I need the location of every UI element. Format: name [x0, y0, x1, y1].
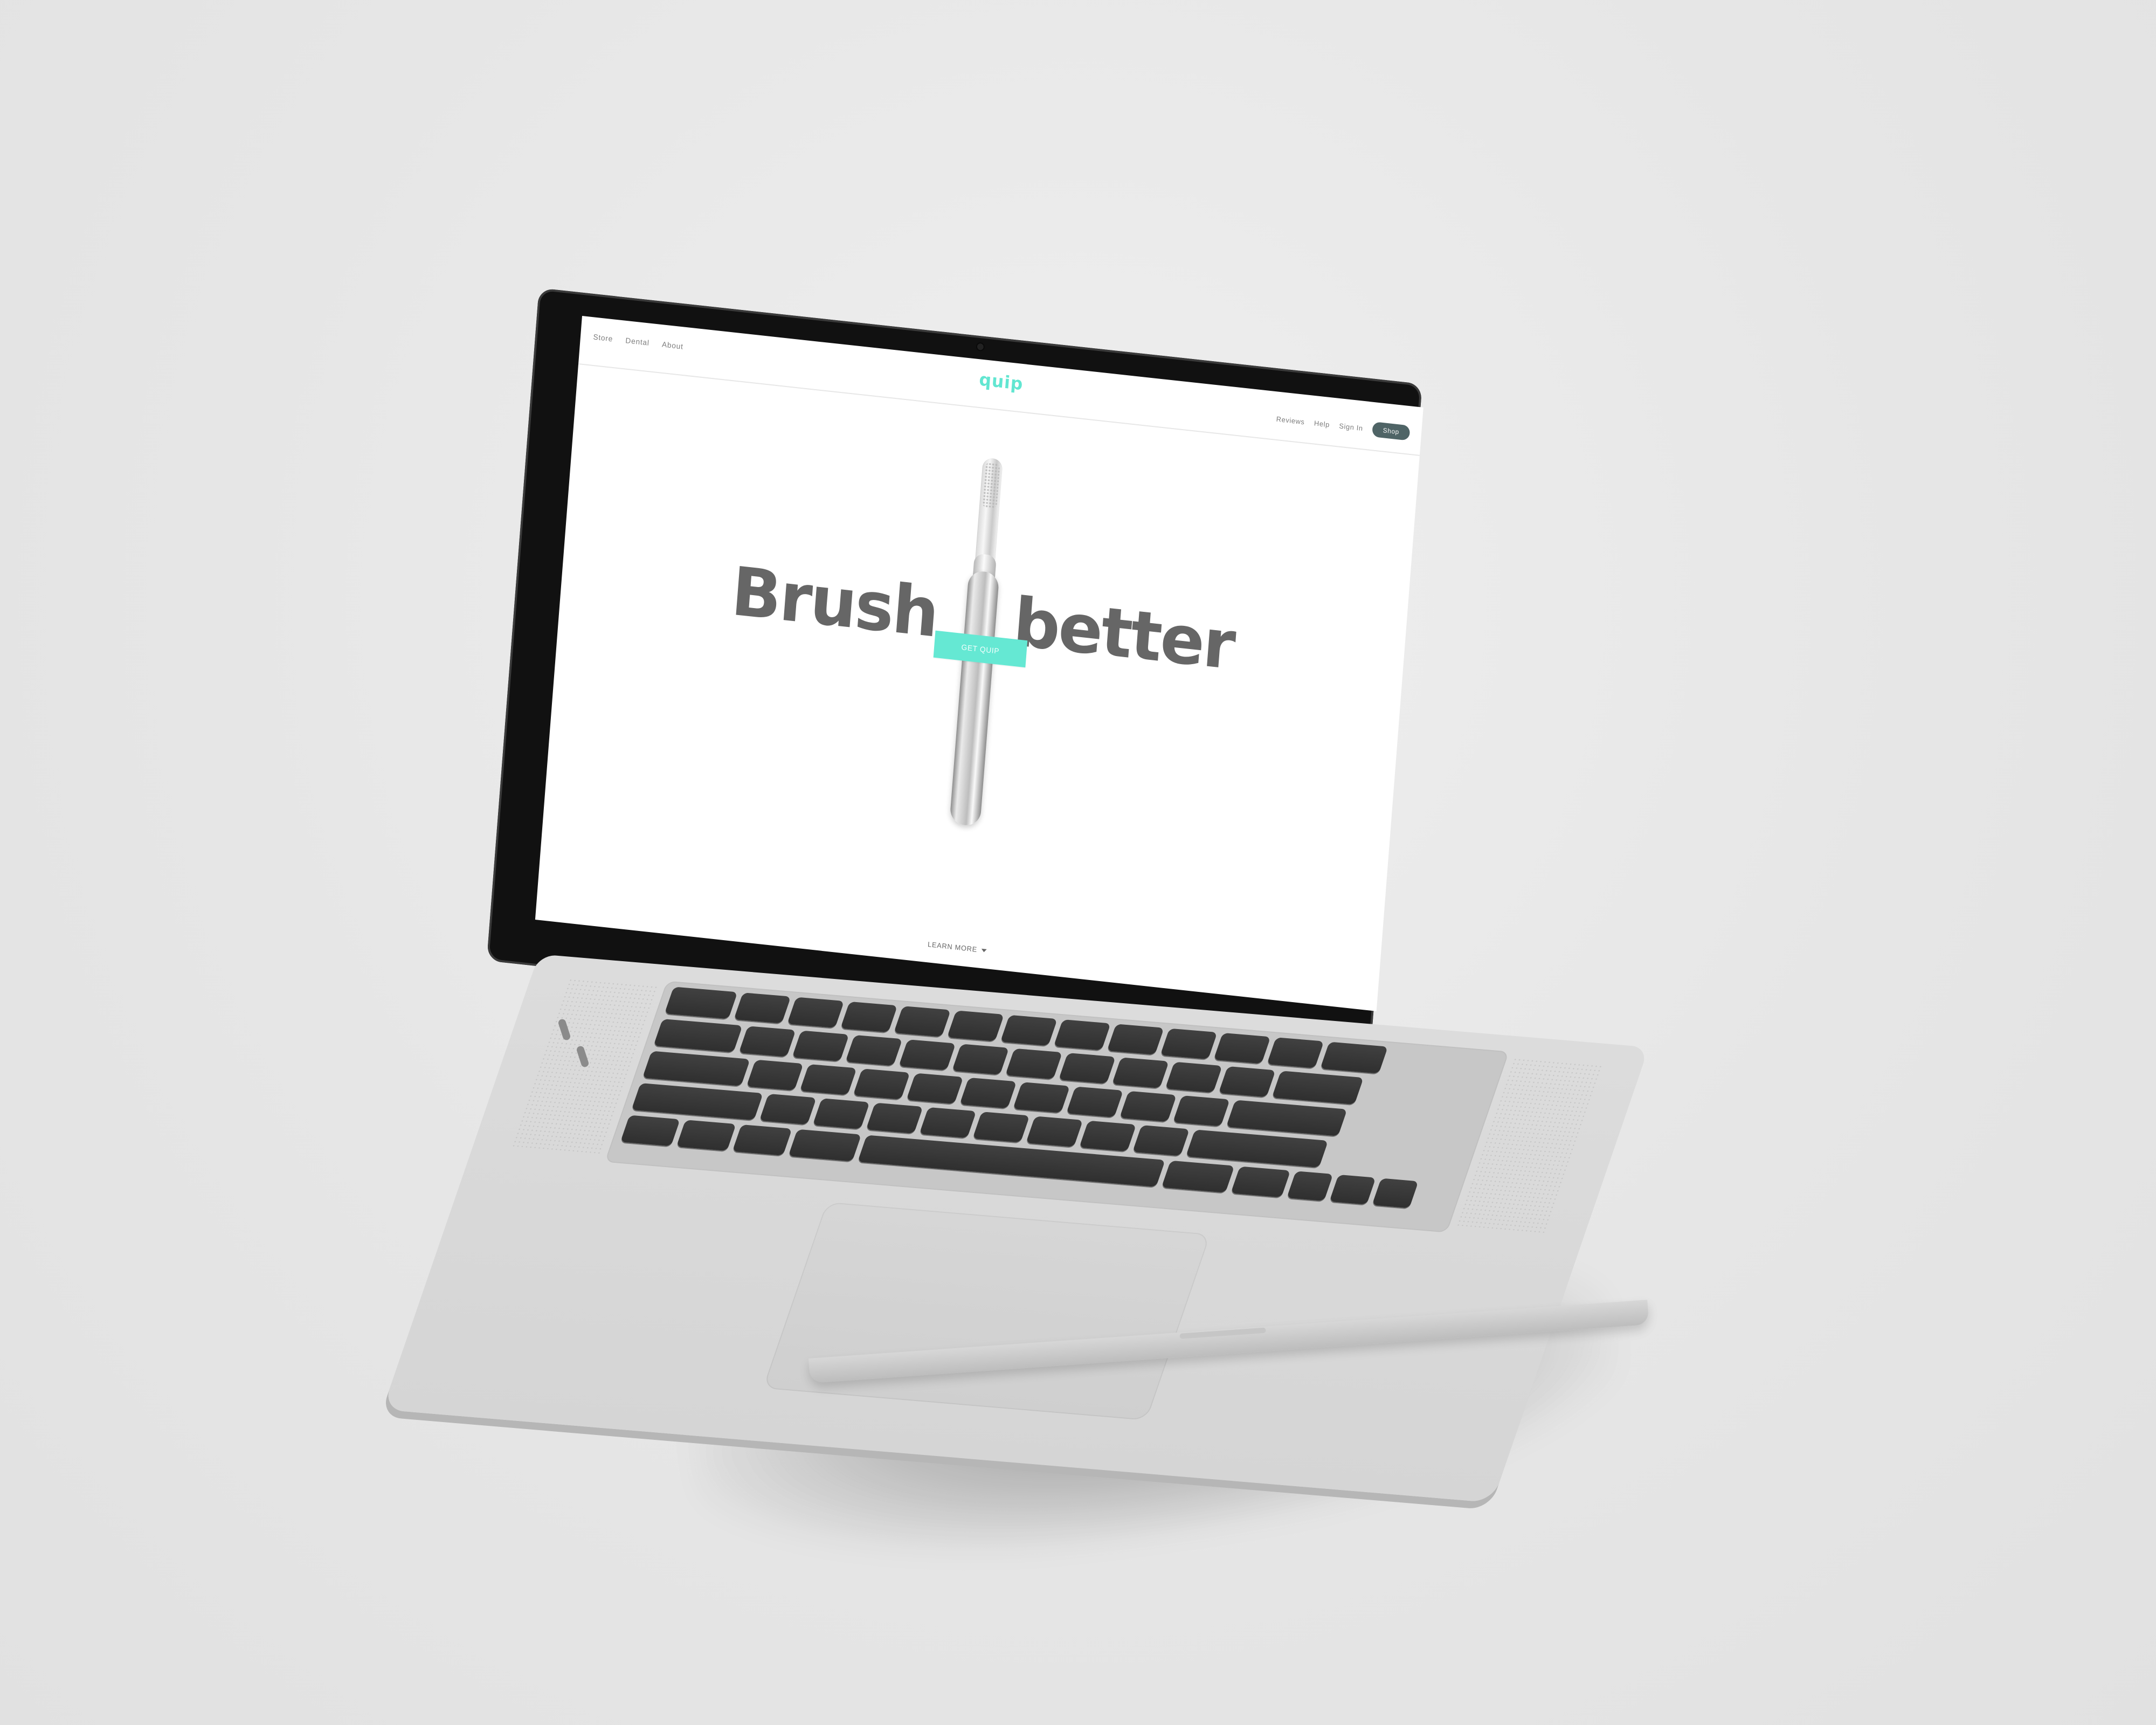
key[interactable] — [1000, 1015, 1058, 1046]
learn-more-link[interactable]: LEARN MORE — [928, 940, 987, 955]
key[interactable] — [1165, 1061, 1222, 1093]
laptop-base — [382, 954, 1649, 1503]
key[interactable] — [1053, 1019, 1111, 1051]
key[interactable] — [972, 1112, 1030, 1143]
key[interactable] — [845, 1034, 903, 1066]
key[interactable] — [1218, 1066, 1276, 1098]
learn-more-label: LEARN MORE — [927, 940, 978, 954]
key[interactable] — [1005, 1048, 1063, 1080]
key[interactable] — [840, 1001, 898, 1033]
key[interactable] — [1320, 1041, 1388, 1074]
key[interactable] — [853, 1068, 910, 1100]
key[interactable] — [952, 1044, 1010, 1075]
arrow-left-key[interactable] — [1287, 1171, 1333, 1202]
key[interactable] — [1058, 1053, 1116, 1084]
key[interactable] — [653, 1018, 743, 1053]
key[interactable] — [919, 1107, 977, 1138]
key[interactable] — [631, 1083, 763, 1121]
key[interactable] — [1160, 1028, 1218, 1060]
key[interactable] — [788, 1129, 862, 1162]
quip-logo[interactable]: quip — [978, 369, 1024, 395]
hero-title-right: better — [1010, 583, 1237, 685]
key[interactable] — [759, 1093, 817, 1125]
key[interactable] — [1079, 1120, 1137, 1152]
key[interactable] — [906, 1073, 964, 1104]
key[interactable] — [1272, 1071, 1364, 1105]
nav-dental[interactable]: Dental — [625, 336, 649, 347]
key[interactable] — [1267, 1037, 1324, 1068]
arrow-down-key[interactable] — [1329, 1174, 1376, 1205]
key[interactable] — [620, 1115, 680, 1147]
toothbrush-bristles — [982, 462, 1000, 509]
key[interactable] — [1231, 1166, 1291, 1198]
key[interactable] — [732, 1124, 792, 1156]
key[interactable] — [1111, 1057, 1169, 1088]
key[interactable] — [1185, 1129, 1329, 1168]
right-navigation: Reviews Help Sign In Shop — [1276, 411, 1411, 441]
key[interactable] — [664, 986, 738, 1019]
key[interactable] — [1107, 1024, 1164, 1055]
key[interactable] — [734, 992, 791, 1024]
arrow-right-key[interactable] — [1372, 1178, 1419, 1209]
laptop-screen: Store Dental About quip Reviews Help Sig… — [535, 316, 1423, 1011]
key[interactable] — [1066, 1086, 1124, 1117]
nav-help[interactable]: Help — [1314, 419, 1330, 429]
key[interactable] — [1226, 1100, 1348, 1136]
key[interactable] — [1213, 1032, 1271, 1064]
key[interactable] — [893, 1006, 951, 1037]
key[interactable] — [812, 1098, 870, 1129]
nav-reviews[interactable]: Reviews — [1276, 415, 1305, 426]
key[interactable] — [1172, 1095, 1231, 1127]
left-navigation: Store Dental About — [593, 333, 683, 351]
nav-sign-in[interactable]: Sign In — [1339, 422, 1363, 432]
key[interactable] — [1161, 1160, 1235, 1193]
key[interactable] — [1132, 1125, 1190, 1156]
caret-down-icon — [981, 948, 987, 953]
key[interactable] — [738, 1026, 796, 1057]
hero-title-left: Brush — [729, 553, 941, 653]
key[interactable] — [1013, 1082, 1070, 1113]
key[interactable] — [676, 1120, 736, 1151]
key[interactable] — [787, 997, 845, 1028]
key[interactable] — [899, 1039, 956, 1071]
camera-icon — [977, 343, 984, 350]
nav-about[interactable]: About — [662, 340, 684, 350]
key[interactable] — [946, 1010, 1005, 1041]
key[interactable] — [642, 1051, 750, 1086]
key[interactable] — [746, 1059, 804, 1091]
nav-store[interactable]: Store — [593, 333, 613, 343]
shop-button[interactable]: Shop — [1372, 422, 1411, 441]
key[interactable] — [1026, 1116, 1083, 1147]
key[interactable] — [792, 1030, 849, 1061]
trackpad[interactable] — [763, 1202, 1211, 1420]
key[interactable] — [1119, 1091, 1177, 1122]
key[interactable] — [959, 1077, 1017, 1109]
key[interactable] — [799, 1064, 857, 1095]
key[interactable] — [866, 1102, 923, 1134]
